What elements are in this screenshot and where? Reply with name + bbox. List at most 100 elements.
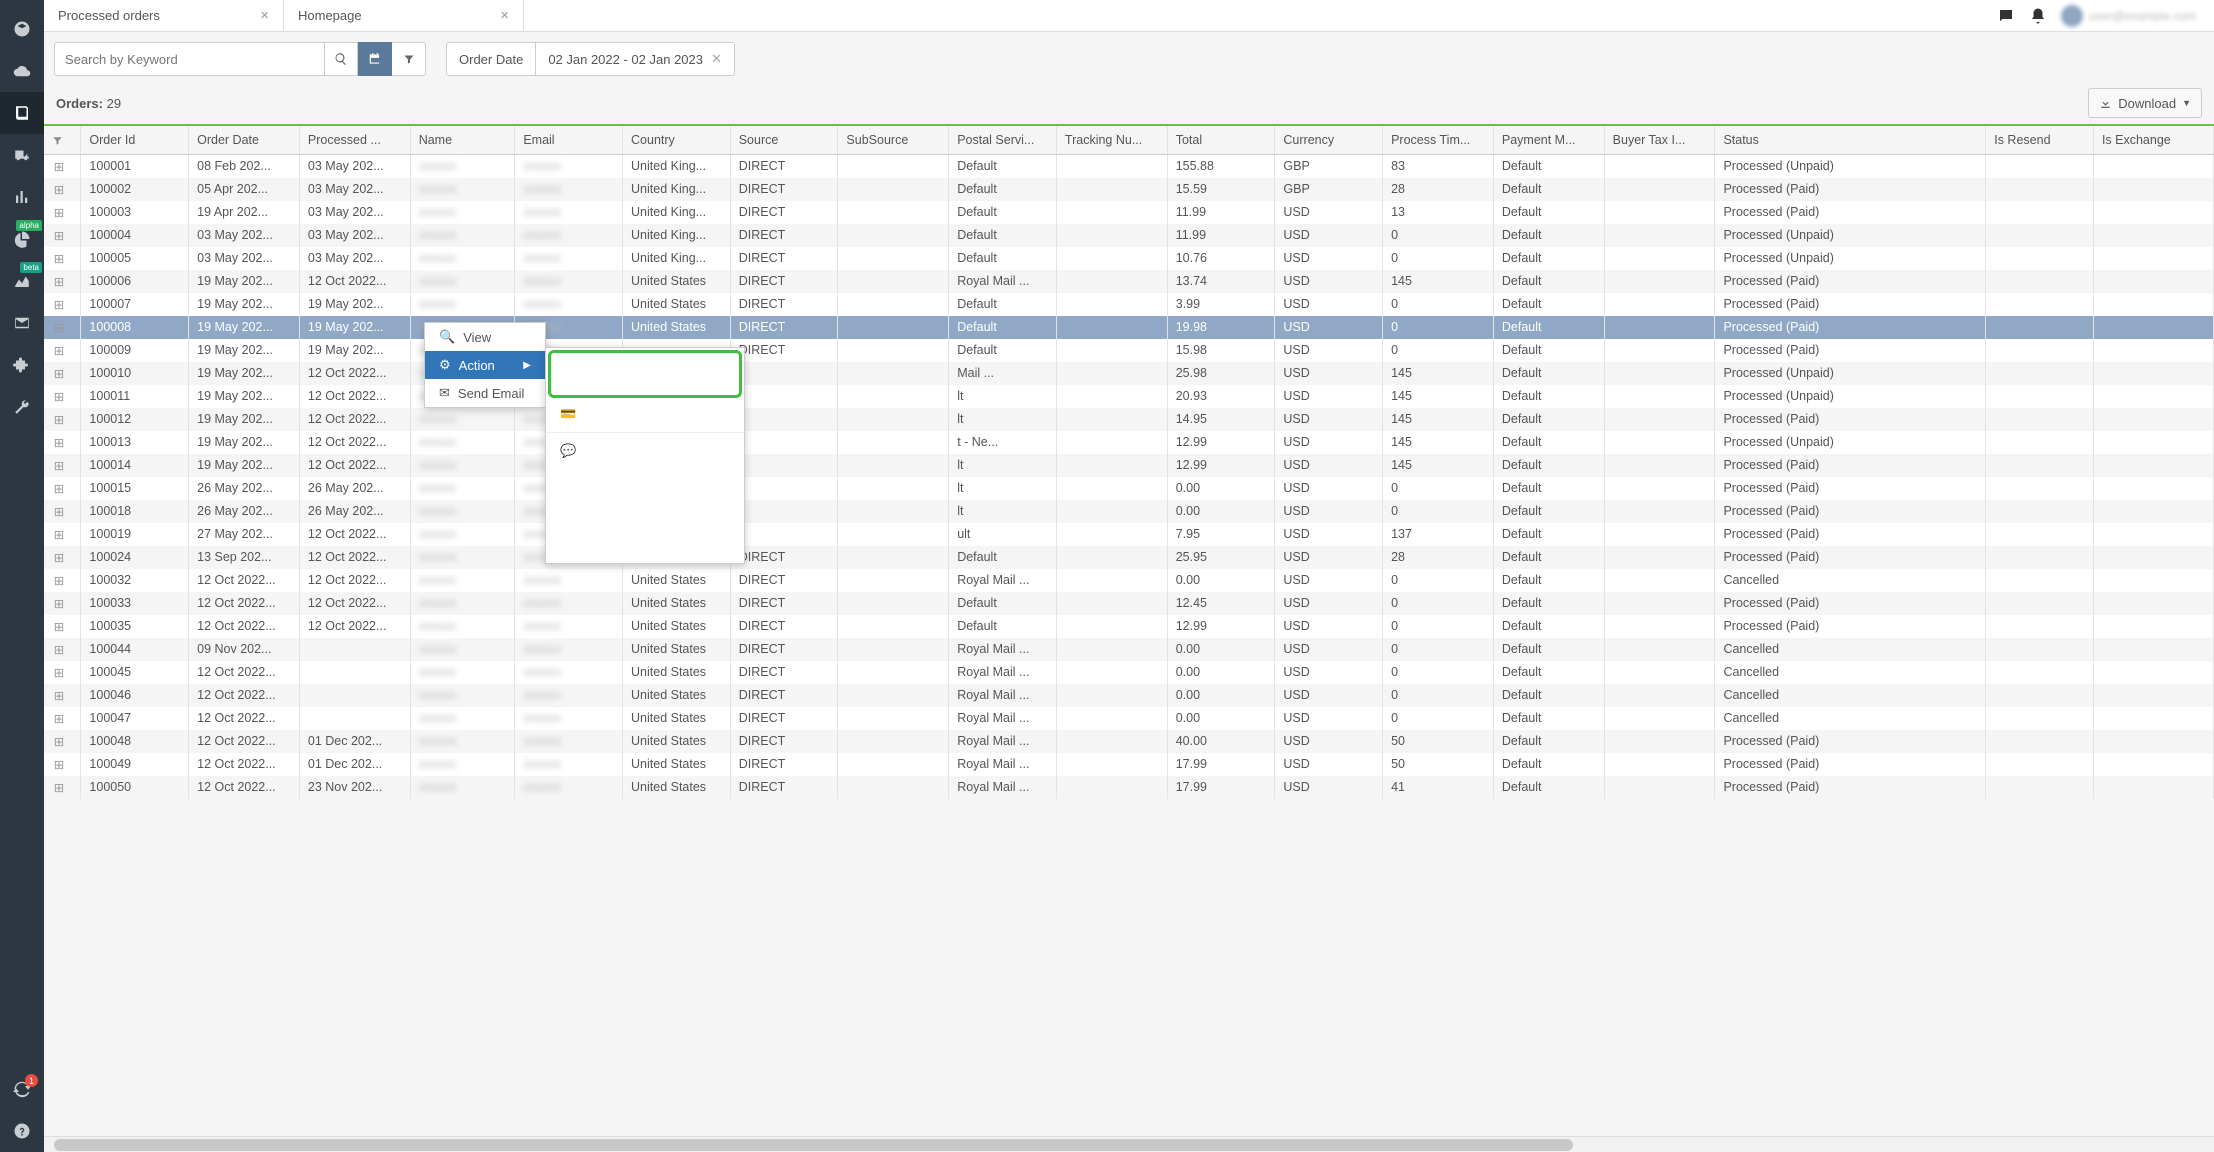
expand-icon[interactable]: ⊞ xyxy=(52,527,66,542)
column-header[interactable]: Currency xyxy=(1275,126,1383,154)
bell-icon[interactable] xyxy=(2029,7,2047,25)
expand-icon[interactable]: ⊞ xyxy=(52,596,66,611)
refresh-icon[interactable]: 1 xyxy=(0,1068,44,1110)
context-submenu-item[interactable]: 🖨Reprint Specific Invoice▶ xyxy=(546,521,744,563)
table-row[interactable]: ⊞10001019 May 202...12 Oct 2022...xxxxxx… xyxy=(44,362,2214,385)
table-row[interactable]: ⊞10002413 Sep 202...12 Oct 2022...xxxxxx… xyxy=(44,546,2214,569)
expand-icon[interactable]: ⊞ xyxy=(52,780,66,795)
calendar-button[interactable] xyxy=(358,42,392,76)
date-filter-value[interactable]: 02 Jan 2022 - 02 Jan 2023 ✕ xyxy=(536,42,735,76)
expand-icon[interactable]: ⊞ xyxy=(52,228,66,243)
table-row[interactable]: ⊞10001119 May 202...12 Oct 2022...xxxxxx… xyxy=(44,385,2214,408)
filter-button[interactable] xyxy=(392,42,426,76)
area-chart-icon[interactable]: beta xyxy=(0,260,44,302)
table-row[interactable]: ⊞10001219 May 202...12 Oct 2022...xxxxxx… xyxy=(44,408,2214,431)
column-header[interactable]: SubSource xyxy=(838,126,949,154)
expand-icon[interactable]: ⊞ xyxy=(52,343,66,358)
expand-icon[interactable]: ⊞ xyxy=(52,274,66,289)
context-menu-item[interactable]: ⚙Action▶↪Returns, Exchanges & Resends💳Re… xyxy=(425,351,545,379)
table-row[interactable]: ⊞10000403 May 202...03 May 202...xxxxxxx… xyxy=(44,224,2214,247)
tab-processed-orders[interactable]: Processed orders × xyxy=(44,0,284,31)
table-row[interactable]: ⊞10004812 Oct 2022...01 Dec 202...xxxxxx… xyxy=(44,730,2214,753)
table-row[interactable]: ⊞10001826 May 202...26 May 202...xxxxxxx… xyxy=(44,500,2214,523)
expand-icon[interactable]: ⊞ xyxy=(52,734,66,749)
table-row[interactable]: ⊞10001526 May 202...26 May 202...xxxxxxx… xyxy=(44,477,2214,500)
expand-icon[interactable]: ⊞ xyxy=(52,182,66,197)
context-submenu-item[interactable]: ↪Returns, Exchanges & Resends xyxy=(548,350,742,398)
cloud-icon[interactable] xyxy=(0,50,44,92)
table-row[interactable]: ⊞10001319 May 202...12 Oct 2022...xxxxxx… xyxy=(44,431,2214,454)
column-header[interactable]: Postal Servi... xyxy=(949,126,1057,154)
expand-icon[interactable]: ⊞ xyxy=(52,757,66,772)
table-row[interactable]: ⊞10000205 Apr 202...03 May 202...xxxxxxx… xyxy=(44,178,2214,201)
horizontal-scrollbar[interactable] xyxy=(44,1136,2214,1152)
context-menu-item[interactable]: 🔍View xyxy=(425,323,545,351)
expand-icon[interactable]: ⊞ xyxy=(52,458,66,473)
column-header[interactable]: Name xyxy=(410,126,515,154)
expand-icon[interactable]: ⊞ xyxy=(52,159,66,174)
column-header[interactable]: Order Id xyxy=(81,126,189,154)
expand-icon[interactable]: ⊞ xyxy=(52,642,66,657)
clear-date-icon[interactable]: ✕ xyxy=(711,51,722,67)
table-row[interactable]: ⊞10000819 May 202...19 May 202...xxxxxxx… xyxy=(44,316,2214,339)
close-icon[interactable]: × xyxy=(260,7,269,24)
column-header[interactable]: Buyer Tax I... xyxy=(1604,126,1715,154)
column-header[interactable]: Tracking Nu... xyxy=(1056,126,1167,154)
table-row[interactable]: ⊞10000619 May 202...12 Oct 2022...xxxxxx… xyxy=(44,270,2214,293)
table-row[interactable]: ⊞10003312 Oct 2022...12 Oct 2022...xxxxx… xyxy=(44,592,2214,615)
column-header[interactable]: Source xyxy=(730,126,838,154)
download-button[interactable]: Download ▼ xyxy=(2088,88,2202,118)
mail-icon[interactable] xyxy=(0,302,44,344)
search-button[interactable] xyxy=(324,42,358,76)
expand-icon[interactable]: ⊞ xyxy=(52,366,66,381)
expand-icon[interactable]: ⊞ xyxy=(52,435,66,450)
column-header[interactable]: Process Tim... xyxy=(1383,126,1494,154)
chart-icon[interactable] xyxy=(0,176,44,218)
close-icon[interactable]: × xyxy=(500,7,509,24)
column-header[interactable]: Email xyxy=(515,126,623,154)
table-row[interactable]: ⊞10003512 Oct 2022...12 Oct 2022...xxxxx… xyxy=(44,615,2214,638)
context-submenu-item[interactable]: 💳Refunds xyxy=(546,400,744,428)
expand-icon[interactable]: ⊞ xyxy=(52,297,66,312)
logo-icon[interactable] xyxy=(0,8,44,50)
column-header[interactable]: Is Resend xyxy=(1986,126,2094,154)
truck-icon[interactable] xyxy=(0,134,44,176)
tab-homepage[interactable]: Homepage × xyxy=(284,0,524,31)
expand-icon[interactable]: ⊞ xyxy=(52,481,66,496)
table-row[interactable]: ⊞10000319 Apr 202...03 May 202...xxxxxxx… xyxy=(44,201,2214,224)
puzzle-icon[interactable] xyxy=(0,344,44,386)
context-menu-item[interactable]: ✉Send Email xyxy=(425,379,545,407)
expand-icon[interactable]: ⊞ xyxy=(52,619,66,634)
column-header[interactable]: Processed ... xyxy=(299,126,410,154)
table-row[interactable]: ⊞10003212 Oct 2022...12 Oct 2022...xxxxx… xyxy=(44,569,2214,592)
table-row[interactable]: ⊞10004512 Oct 2022...xxxxxxxxxxxxUnited … xyxy=(44,661,2214,684)
expand-icon[interactable]: ⊞ xyxy=(52,205,66,220)
expand-icon[interactable]: ⊞ xyxy=(52,412,66,427)
expand-icon[interactable]: ⊞ xyxy=(52,251,66,266)
expand-icon[interactable]: ⊞ xyxy=(52,504,66,519)
table-row[interactable]: ⊞10004912 Oct 2022...01 Dec 202...xxxxxx… xyxy=(44,753,2214,776)
column-header[interactable]: Total xyxy=(1167,126,1275,154)
table-row[interactable]: ⊞10005012 Oct 2022...23 Nov 202...xxxxxx… xyxy=(44,776,2214,799)
expand-icon[interactable]: ⊞ xyxy=(52,550,66,565)
table-row[interactable]: ⊞10000108 Feb 202...03 May 202...xxxxxxx… xyxy=(44,154,2214,178)
expand-icon[interactable]: ⊞ xyxy=(52,389,66,404)
table-row[interactable]: ⊞10001419 May 202...12 Oct 2022...xxxxxx… xyxy=(44,454,2214,477)
context-submenu-item[interactable]: 🖨Reprint Label xyxy=(546,465,744,493)
context-submenu-item[interactable]: 🖨Reprint Invoice xyxy=(546,493,744,521)
table-row[interactable]: ⊞10004712 Oct 2022...xxxxxxxxxxxxUnited … xyxy=(44,707,2214,730)
column-header[interactable]: Is Exchange xyxy=(2093,126,2213,154)
book-icon[interactable] xyxy=(0,92,44,134)
user-menu[interactable]: user@example.com xyxy=(2061,5,2196,27)
help-icon[interactable] xyxy=(0,1110,44,1152)
table-row[interactable]: ⊞10000919 May 202...19 May 202...xxxxxxx… xyxy=(44,339,2214,362)
expand-icon[interactable]: ⊞ xyxy=(52,711,66,726)
expand-icon[interactable]: ⊞ xyxy=(52,320,66,335)
table-row[interactable]: ⊞10000719 May 202...19 May 202...xxxxxxx… xyxy=(44,293,2214,316)
column-header[interactable]: Payment M... xyxy=(1493,126,1604,154)
wrench-icon[interactable] xyxy=(0,386,44,428)
expand-icon[interactable]: ⊞ xyxy=(52,665,66,680)
column-header[interactable]: Status xyxy=(1715,126,1986,154)
context-submenu-item[interactable]: 💬Add Note xyxy=(546,437,744,465)
expand-icon[interactable]: ⊞ xyxy=(52,688,66,703)
